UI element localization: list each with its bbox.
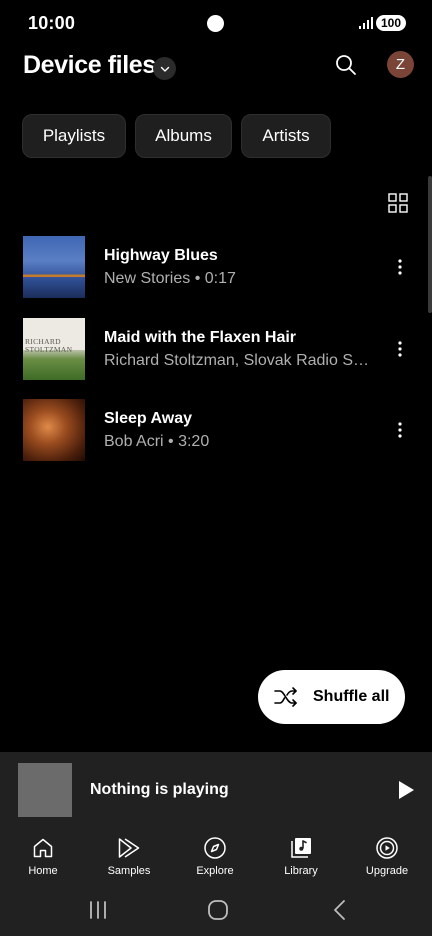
home-icon bbox=[33, 838, 53, 858]
shuffle-all-label: Shuffle all bbox=[313, 688, 390, 705]
explore-icon bbox=[204, 837, 226, 859]
library-icon bbox=[291, 838, 311, 858]
title-dropdown-button[interactable] bbox=[153, 57, 176, 80]
shuffle-icon bbox=[274, 687, 297, 707]
album-art bbox=[23, 236, 85, 298]
album-art: RICHARD STOLTZMAN bbox=[23, 318, 85, 380]
grid-view-icon bbox=[388, 193, 408, 213]
chip-playlists[interactable]: Playlists bbox=[22, 114, 126, 158]
nav-home-label: Home bbox=[28, 865, 58, 877]
search-button[interactable] bbox=[331, 50, 361, 80]
track-subtitle: New Stories • 0:17 bbox=[104, 270, 236, 287]
track-more-button[interactable] bbox=[388, 255, 412, 279]
play-icon[interactable] bbox=[394, 778, 418, 802]
album-art-text: RICHARD STOLTZMAN bbox=[25, 337, 73, 354]
mini-player[interactable]: Nothing is playing bbox=[0, 752, 432, 827]
home-button-icon[interactable] bbox=[205, 899, 231, 921]
back-icon[interactable] bbox=[327, 899, 353, 921]
grid-view-button[interactable] bbox=[386, 191, 410, 215]
bottom-nav: Home Samples Explore Library Upgrade bbox=[0, 827, 432, 889]
camera-cutout bbox=[207, 15, 224, 32]
nav-upgrade-label: Upgrade bbox=[365, 865, 409, 877]
track-row[interactable]: Highway Blues New Stories • 0:17 bbox=[0, 235, 432, 299]
system-nav-bar bbox=[0, 889, 432, 936]
avatar[interactable]: Z bbox=[387, 51, 414, 78]
nav-explore-label: Explore bbox=[196, 865, 234, 877]
signal-icon bbox=[359, 17, 373, 29]
shuffle-all-button[interactable]: Shuffle all bbox=[258, 670, 405, 724]
more-vertical-icon bbox=[398, 259, 402, 275]
track-more-button[interactable] bbox=[388, 418, 412, 442]
nav-library-label: Library bbox=[284, 865, 318, 877]
search-icon bbox=[336, 55, 356, 75]
track-row[interactable]: RICHARD STOLTZMAN Maid with the Flaxen H… bbox=[0, 317, 432, 381]
page-title: Device files bbox=[23, 51, 156, 79]
battery-indicator: 100 bbox=[376, 15, 406, 31]
track-title: Highway Blues bbox=[104, 247, 218, 264]
recent-apps-icon[interactable] bbox=[85, 899, 111, 921]
nav-samples-label: Samples bbox=[107, 865, 151, 877]
mini-player-art bbox=[18, 763, 72, 817]
track-subtitle: Richard Stoltzman, Slovak Radio Symphony… bbox=[104, 352, 374, 369]
nav-home[interactable]: Home bbox=[0, 827, 86, 889]
track-title: Maid with the Flaxen Hair bbox=[104, 329, 297, 346]
upgrade-icon bbox=[376, 837, 398, 859]
track-more-button[interactable] bbox=[388, 337, 412, 361]
chip-artists[interactable]: Artists bbox=[241, 114, 331, 158]
status-bar: 10:00 100 bbox=[0, 0, 432, 44]
more-vertical-icon bbox=[398, 341, 402, 357]
nav-library[interactable]: Library bbox=[258, 827, 344, 889]
more-vertical-icon bbox=[398, 422, 402, 438]
nav-explore[interactable]: Explore bbox=[172, 827, 258, 889]
track-title: Sleep Away bbox=[104, 410, 193, 427]
mini-player-title: Nothing is playing bbox=[90, 781, 229, 798]
samples-icon bbox=[118, 838, 140, 858]
chip-albums[interactable]: Albums bbox=[135, 114, 232, 158]
status-time: 10:00 bbox=[28, 13, 76, 33]
track-row[interactable]: Sleep Away Bob Acri • 3:20 bbox=[0, 398, 432, 462]
nav-samples[interactable]: Samples bbox=[86, 827, 172, 889]
nav-upgrade[interactable]: Upgrade bbox=[344, 827, 430, 889]
album-art bbox=[23, 399, 85, 461]
chevron-down-icon bbox=[160, 66, 169, 72]
track-subtitle: Bob Acri • 3:20 bbox=[104, 433, 210, 450]
